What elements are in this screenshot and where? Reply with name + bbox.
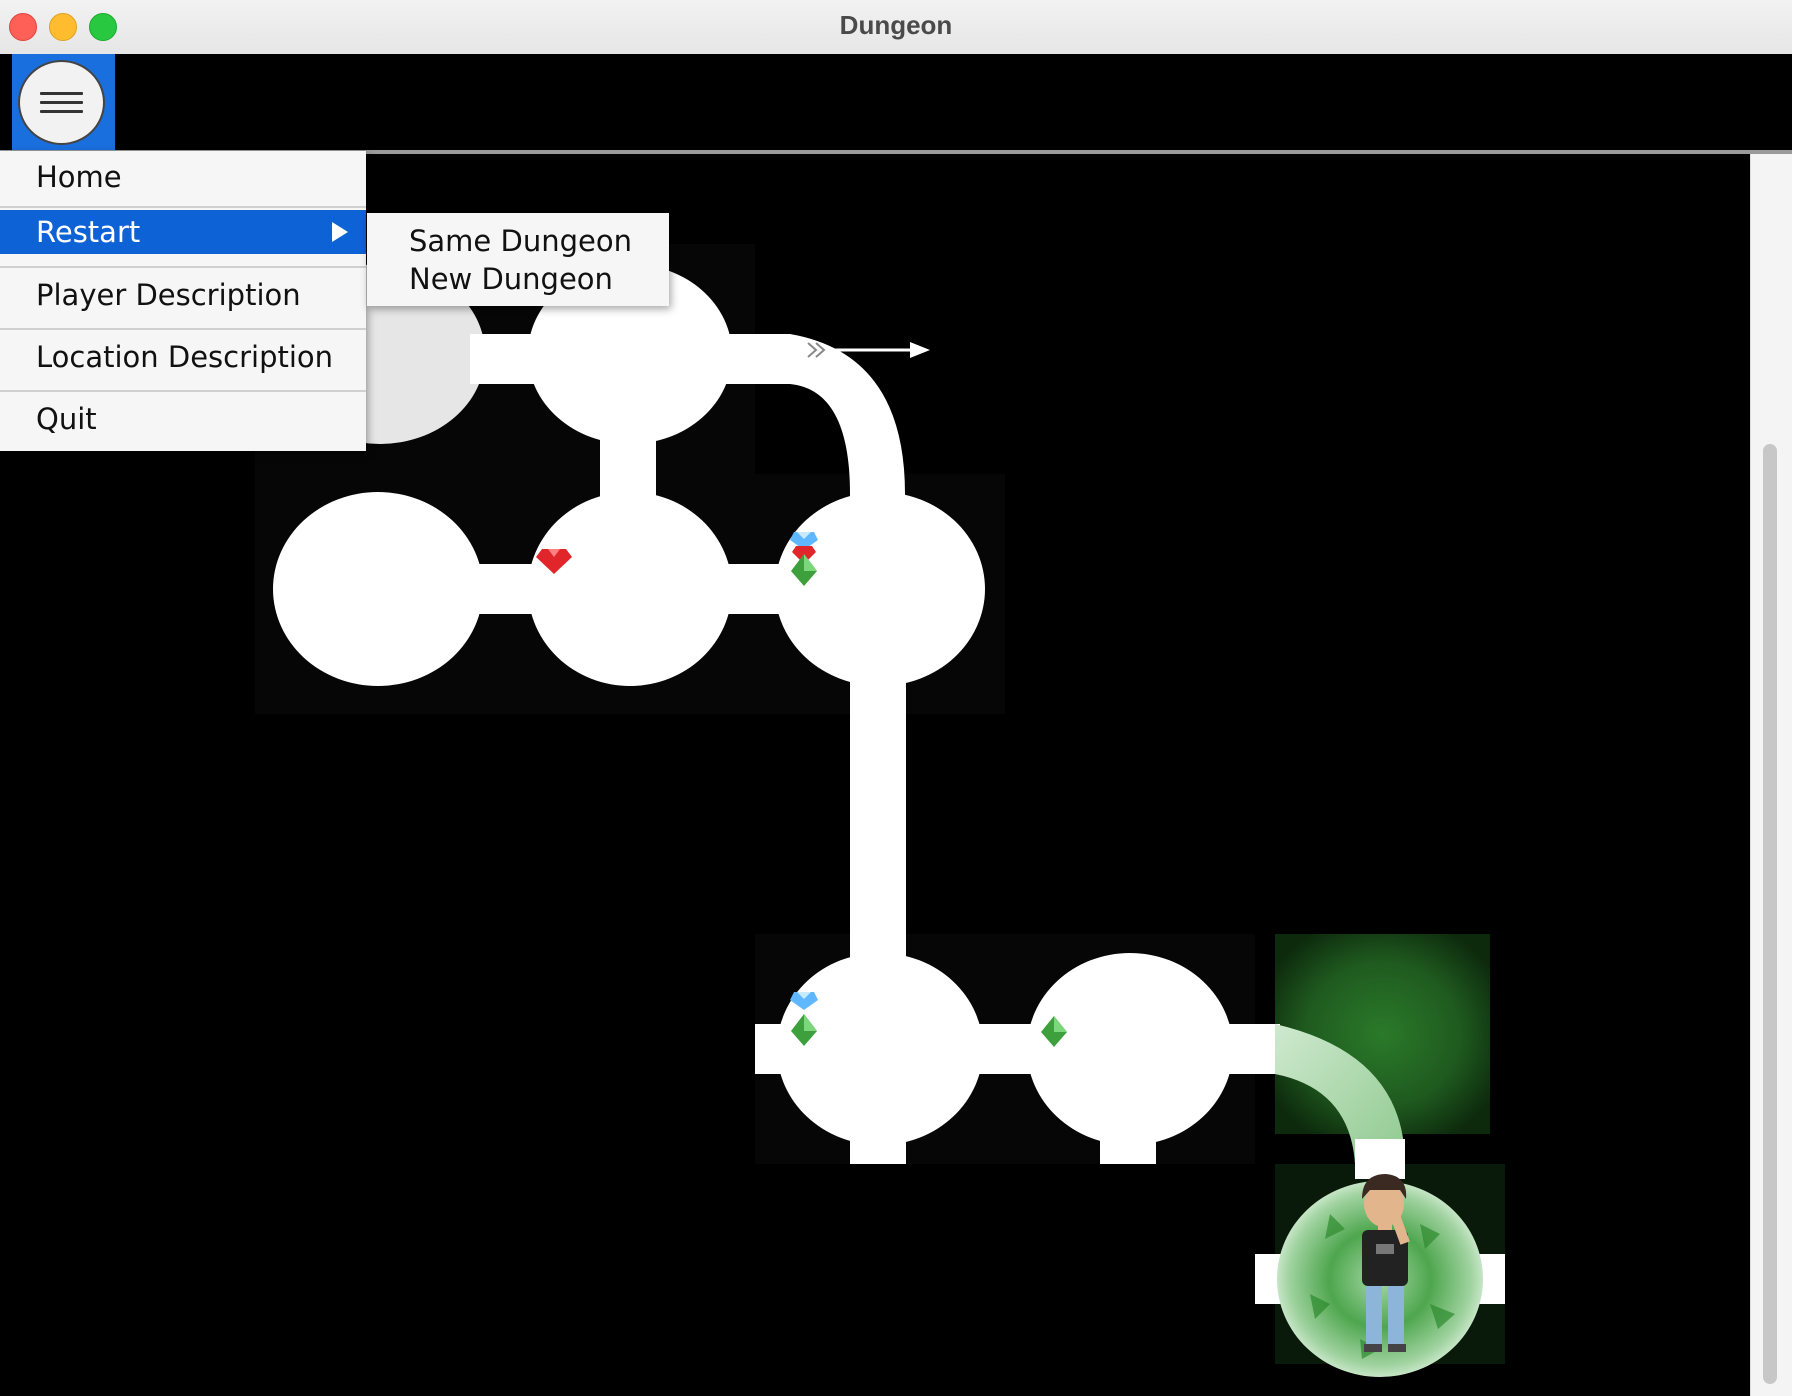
menu-divider [0,390,366,392]
submenu-item-label: Same Dungeon [409,224,632,258]
main-popup-menu: Home Restart Player Description Location… [0,151,366,451]
menu-divider [0,206,366,208]
scrollbar-thumb[interactable] [1763,444,1777,1384]
menu-item-player-description[interactable]: Player Description [0,269,366,321]
window-title: Dungeon [839,10,953,40]
submenu-item-new-dungeon[interactable]: New Dungeon [367,260,669,298]
menu-item-restart[interactable]: Restart [0,210,366,254]
menu-item-label: Player Description [36,278,301,312]
vertical-scrollbar[interactable] [1750,154,1792,1396]
menu-divider [0,328,366,330]
menu-item-home[interactable]: Home [0,151,366,203]
menu-divider [0,266,366,268]
menu-item-label: Quit [36,402,97,436]
submenu-arrow-icon [332,222,348,242]
menu-item-label: Restart [36,215,141,249]
title-bar: Dungeon [0,0,1792,55]
toolbar [0,54,1792,151]
submenu-item-same-dungeon[interactable]: Same Dungeon [367,222,669,260]
menu-item-location-description[interactable]: Location Description [0,331,366,383]
submenu-item-label: New Dungeon [409,262,613,296]
dungeon-window: Dungeon Home Restart Player Description … [0,0,1792,1396]
hamburger-menu-button[interactable] [12,54,115,151]
menu-item-label: Location Description [36,340,334,374]
hamburger-menu-icon [18,60,105,145]
menu-item-quit[interactable]: Quit [0,393,366,445]
restart-submenu: Same Dungeon New Dungeon [367,213,669,306]
menu-item-label: Home [36,160,122,194]
